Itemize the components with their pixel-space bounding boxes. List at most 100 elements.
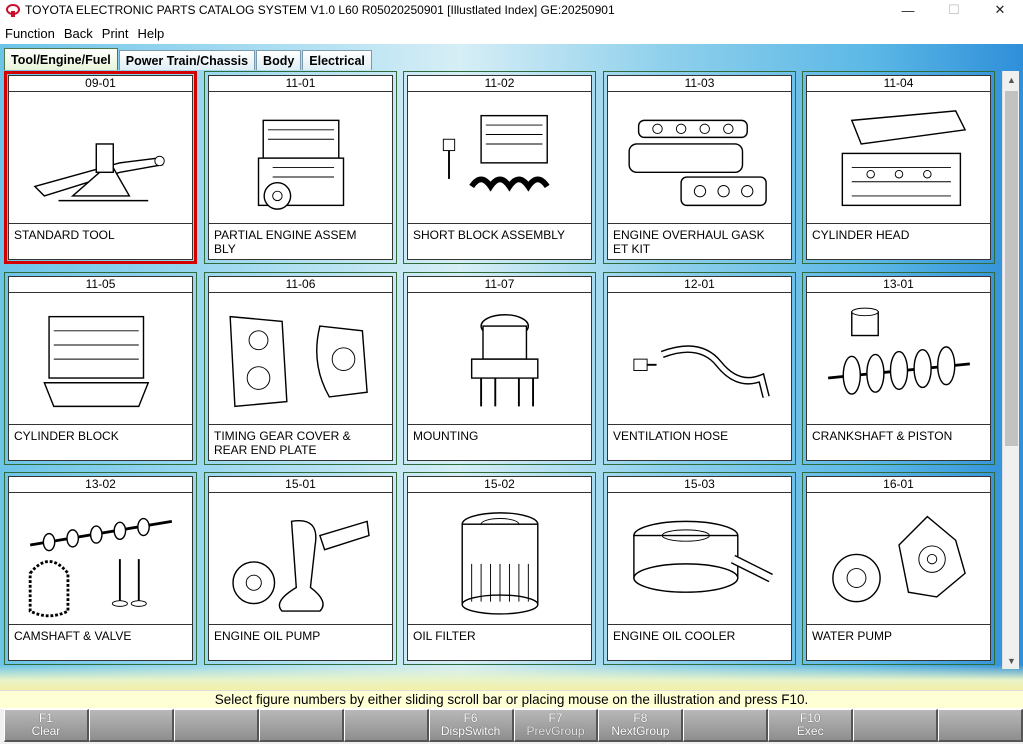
figure-illustration[interactable] (9, 493, 192, 630)
figure-number: 15-02 (408, 477, 591, 493)
figure-cell-11-05[interactable]: 11-05 CYLINDER BLOCK (4, 272, 197, 465)
figure-card[interactable]: 11-02 SHORT BLOCK ASSEMBLY (407, 75, 592, 260)
figure-cell-11-06[interactable]: 11-06 TIMING GEAR COVER & REAR END PLATE (204, 272, 397, 465)
close-button[interactable]: ✕ (977, 0, 1023, 20)
figure-label: OIL FILTER (408, 624, 591, 660)
menu-bar: Function Back Print Help (0, 22, 1023, 44)
function-key-f8[interactable]: F8 NextGroup (598, 709, 684, 742)
figure-illustration[interactable] (608, 493, 791, 630)
figure-illustration[interactable] (807, 92, 990, 229)
figure-cell-11-01[interactable]: 11-01 PARTIAL ENGINE ASSEM BLY (204, 71, 397, 264)
scroll-thumb[interactable] (1005, 91, 1018, 446)
figure-cell-09-01[interactable]: 09-01 STANDARD TOOL (4, 71, 197, 264)
oil-filter-icon (461, 512, 538, 615)
timing-cover-icon (228, 315, 368, 408)
figure-card[interactable]: 11-05 CYLINDER BLOCK (8, 276, 193, 461)
function-key-empty-4[interactable] (258, 709, 344, 742)
function-key-f10[interactable]: F10 Exec (768, 709, 854, 742)
title-bar: TOYOTA ELECTRONIC PARTS CATALOG SYSTEM V… (0, 0, 1023, 20)
figure-card[interactable]: 11-01 PARTIAL ENGINE ASSEM BLY (208, 75, 393, 260)
figure-illustration[interactable] (9, 293, 192, 430)
figure-card[interactable]: 13-01 CRANKSHAFT & PISTON (806, 276, 991, 461)
figure-illustration[interactable] (807, 493, 990, 630)
figure-label: TIMING GEAR COVER & REAR END PLATE (209, 424, 392, 460)
figure-label: ENGINE OIL COOLER (608, 624, 791, 660)
figure-cell-12-01[interactable]: 12-01 VENTILATION HOSE (603, 272, 796, 465)
function-key-f1[interactable]: F1 Clear (4, 709, 89, 742)
function-key-label: DispSwitch (440, 724, 501, 738)
tab-body[interactable]: Body (256, 50, 302, 70)
maximize-button[interactable]: ☐ (931, 0, 977, 20)
figure-cell-11-03[interactable]: 11-03 ENGINE OVERHAUL GASK ET KIT (603, 71, 796, 264)
scroll-up-icon[interactable]: ▲ (1003, 71, 1020, 88)
figure-label: CYLINDER BLOCK (9, 424, 192, 460)
function-key-empty-12[interactable] (938, 709, 1023, 742)
tab-power-train-chassis[interactable]: Power Train/Chassis (118, 50, 256, 70)
figure-cell-15-02[interactable]: 15-02 OIL FILTER (403, 472, 596, 665)
gasket-kit-icon (627, 119, 767, 207)
function-key-empty-11[interactable] (853, 709, 939, 742)
menu-back[interactable]: Back (59, 26, 97, 41)
function-key-f6[interactable]: F6 DispSwitch (428, 709, 514, 742)
tab-tool-engine-fuel[interactable]: Tool/Engine/Fuel (4, 48, 118, 70)
function-key-empty-2[interactable] (88, 709, 174, 742)
figure-cell-13-01[interactable]: 13-01 CRANKSHAFT & PISTON (802, 272, 995, 465)
scroll-down-icon[interactable]: ▼ (1003, 652, 1020, 669)
illustrated-index-panel: Tool/Engine/Fuel Power Train/Chassis Bod… (0, 44, 1023, 690)
figure-illustration[interactable] (408, 92, 591, 229)
vertical-scrollbar[interactable]: ▲ ▼ (1002, 71, 1019, 669)
figure-label: ENGINE OIL PUMP (209, 624, 392, 660)
figure-label: VENTILATION HOSE (608, 424, 791, 460)
figure-illustration[interactable] (209, 92, 392, 229)
figure-illustration[interactable] (408, 293, 591, 430)
figure-cell-11-04[interactable]: 11-04 CYLINDER HEAD (802, 71, 995, 264)
function-key-empty-3[interactable] (173, 709, 259, 742)
status-message: Select figure numbers by either sliding … (0, 690, 1023, 708)
short-block-icon (442, 114, 550, 192)
figure-cell-16-01[interactable]: 16-01 WATER PUMP (802, 472, 995, 665)
figure-card[interactable]: 15-02 OIL FILTER (407, 476, 592, 661)
figure-illustration[interactable] (9, 92, 192, 229)
figure-card[interactable]: 15-03 ENGINE OIL COOLER (607, 476, 792, 661)
figure-card[interactable]: 11-04 CYLINDER HEAD (806, 75, 991, 260)
menu-function[interactable]: Function (0, 26, 59, 41)
tab-electrical[interactable]: Electrical (302, 50, 372, 70)
figure-cell-11-02[interactable]: 11-02 SHORT BLOCK ASSEMBLY (403, 71, 596, 264)
figure-card[interactable]: 11-07 MOUNTING (407, 276, 592, 461)
menu-help[interactable]: Help (133, 26, 169, 41)
cylinder-head-icon (841, 110, 966, 207)
figure-cell-15-03[interactable]: 15-03 ENGINE OIL COOLER (603, 472, 796, 665)
function-key-f7[interactable]: F7 PrevGroup (513, 709, 599, 742)
menu-print[interactable]: Print (97, 26, 133, 41)
engine-assembly-icon (257, 119, 344, 210)
figure-cell-11-07[interactable]: 11-07 MOUNTING (403, 272, 596, 465)
function-key-label: NextGroup (611, 724, 670, 738)
figure-card[interactable]: 09-01 STANDARD TOOL (8, 75, 193, 260)
figure-number: 11-05 (9, 277, 192, 293)
figure-cell-15-01[interactable]: 15-01 ENGINE OIL PUMP (204, 472, 397, 665)
figure-illustration[interactable] (608, 92, 791, 229)
figure-card[interactable]: 11-06 TIMING GEAR COVER & REAR END PLATE (208, 276, 393, 461)
figure-card[interactable]: 12-01 VENTILATION HOSE (607, 276, 792, 461)
figure-card[interactable]: 13-02 CAMSHAFT & VALVE (8, 476, 193, 661)
figure-illustration[interactable] (209, 493, 392, 630)
function-key-empty-9[interactable] (683, 709, 769, 742)
figure-illustration[interactable] (408, 493, 591, 630)
figure-cell-13-02[interactable]: 13-02 CAMSHAFT & VALVE (4, 472, 197, 665)
function-key-label: Exec (796, 724, 824, 738)
figure-illustration[interactable] (608, 293, 791, 430)
minimize-button[interactable]: — (885, 0, 931, 20)
cylinder-block-icon (42, 315, 149, 408)
function-key-empty-5[interactable] (343, 709, 429, 742)
figure-number: 11-03 (608, 76, 791, 92)
figure-illustration[interactable] (807, 293, 990, 430)
figure-number: 11-07 (408, 277, 591, 293)
figure-card[interactable]: 15-01 ENGINE OIL PUMP (208, 476, 393, 661)
figure-card[interactable]: 11-03 ENGINE OVERHAUL GASK ET KIT (607, 75, 792, 260)
water-pump-icon (831, 515, 966, 603)
figure-illustration[interactable] (209, 293, 392, 430)
figure-card[interactable]: 16-01 WATER PUMP (806, 476, 991, 661)
function-key-label: Clear (31, 724, 61, 738)
camshaft-icon (28, 517, 172, 618)
window-title: TOYOTA ELECTRONIC PARTS CATALOG SYSTEM V… (25, 3, 615, 17)
